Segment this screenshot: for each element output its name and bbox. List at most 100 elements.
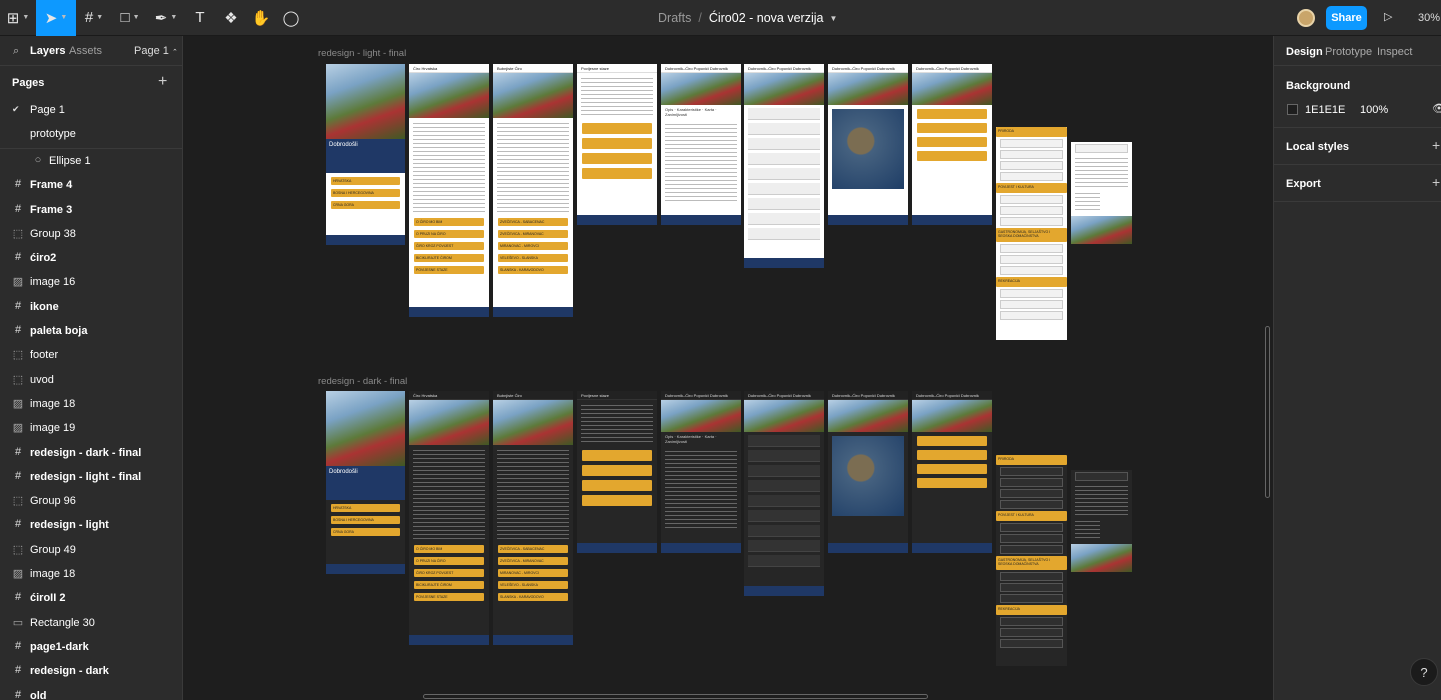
poi-item[interactable] bbox=[1000, 478, 1063, 487]
route-card[interactable] bbox=[582, 465, 652, 476]
welcome-button[interactable]: HRVATSKA bbox=[331, 504, 400, 512]
poi-item[interactable] bbox=[1000, 172, 1063, 181]
detail-tabs[interactable]: Opis · Karakteristike · Karta · Zanimlji… bbox=[661, 105, 741, 119]
poi-item[interactable] bbox=[1000, 266, 1063, 275]
page-item[interactable]: ✔ Page 1 bbox=[0, 98, 182, 122]
layer-item[interactable]: # Frame 3 bbox=[0, 198, 182, 222]
hand-tool-button[interactable]: ✋ bbox=[246, 0, 276, 36]
section-label-dark[interactable]: redesign - dark - final bbox=[318, 376, 407, 387]
route-button[interactable]: ZVEČEVICA - MIRANOVAC bbox=[498, 557, 568, 565]
poi-section-header[interactable]: REKREACIJA bbox=[996, 277, 1067, 287]
route-button[interactable]: VELEŠEVO - SLANSKA bbox=[498, 254, 568, 262]
frame-ciro-hrvatska-light[interactable]: Ćiro Hrvatska O ĆIRO MO BIM O PRUZI NA Ć… bbox=[409, 64, 489, 317]
layer-item[interactable]: ⬚ Group 38 bbox=[0, 222, 182, 246]
poi-section-header[interactable]: PRIRODA bbox=[996, 455, 1067, 465]
frame-karakteristike-dark[interactable]: Dubrovnik–Ćiro Popovići Dubrovnik bbox=[744, 391, 824, 596]
poi-item[interactable] bbox=[1000, 545, 1063, 554]
breadcrumb-drafts[interactable]: Drafts bbox=[658, 11, 691, 25]
poi-card[interactable] bbox=[917, 137, 987, 147]
layer-item[interactable]: # old bbox=[0, 684, 182, 700]
layer-item[interactable]: ⬚ footer bbox=[0, 343, 182, 367]
layer-item[interactable]: # Frame 4 bbox=[0, 173, 182, 197]
share-button[interactable]: Share bbox=[1326, 6, 1367, 30]
route-card[interactable] bbox=[582, 138, 652, 149]
info-button[interactable]: POVIJESNE STAZE bbox=[414, 266, 484, 274]
welcome-button[interactable]: BOSNA I HERCEGOVINA bbox=[331, 189, 400, 197]
frame-poi-list-dark[interactable]: PRIRODA POVIJEST I KULTURA GASTRONOMIJA,… bbox=[996, 455, 1067, 666]
layer-item[interactable]: ⬚ Group 49 bbox=[0, 538, 182, 562]
frame-povijesne-staze-light[interactable]: Povijesne staze bbox=[577, 64, 657, 225]
background-opacity-input[interactable]: 100% bbox=[1360, 104, 1388, 116]
page-selector[interactable]: Page 1 ⌃ bbox=[134, 45, 178, 57]
route-card[interactable] bbox=[582, 168, 652, 179]
layer-item[interactable]: # ikone bbox=[0, 295, 182, 319]
help-button[interactable]: ? bbox=[1410, 658, 1438, 686]
frame-poi-detail-dark[interactable] bbox=[1071, 470, 1132, 572]
frame-tool-button[interactable]: # ▼ bbox=[76, 0, 112, 36]
frame-ciro-hrvatska-dark[interactable]: Ćiro Hrvatska O ĆIRO MO BIM O PRUZI NA Ć… bbox=[409, 391, 489, 645]
route-button[interactable]: VELEŠEVO - SLANSKA bbox=[498, 581, 568, 589]
poi-card[interactable] bbox=[917, 478, 987, 488]
layer-item[interactable]: ▨ image 16 bbox=[0, 270, 182, 294]
poi-section-header[interactable]: POVIJEST I KULTURA bbox=[996, 511, 1067, 521]
poi-card[interactable] bbox=[917, 436, 987, 446]
poi-item[interactable] bbox=[1000, 489, 1063, 498]
section-label-light[interactable]: redesign - light - final bbox=[318, 48, 406, 59]
add-export-icon[interactable]: + bbox=[1432, 174, 1440, 190]
tab-inspect[interactable]: Inspect bbox=[1377, 46, 1412, 58]
frame-opis-light[interactable]: Dubrovnik–Ćiro Popovići Dubrovnik Opis ·… bbox=[661, 64, 741, 225]
info-button[interactable]: BICIKLIRAJTE ĆIROM bbox=[414, 254, 484, 262]
poi-item[interactable] bbox=[1000, 161, 1063, 170]
main-menu-button[interactable]: ⊞ ▼ bbox=[0, 0, 36, 36]
zoom-level[interactable]: 30% bbox=[1418, 12, 1440, 24]
info-button[interactable]: O ĆIRO MO BIM bbox=[414, 218, 484, 226]
route-button[interactable]: MIRANOVAC - MIROVCI bbox=[498, 569, 568, 577]
poi-item[interactable] bbox=[1000, 300, 1063, 309]
poi-card[interactable] bbox=[917, 151, 987, 161]
poi-item[interactable] bbox=[1000, 594, 1063, 603]
tab-layers[interactable]: Layers bbox=[30, 45, 65, 57]
text-tool-button[interactable]: T bbox=[184, 0, 216, 36]
move-tool-button[interactable]: ➤ ▼ bbox=[36, 0, 76, 36]
frame-karta-light[interactable]: Dubrovnik–Ćiro Popovići Dubrovnik bbox=[828, 64, 908, 225]
layer-item[interactable]: ▨ image 19 bbox=[0, 416, 182, 440]
route-button[interactable]: ZVEČEVICA - SABACENAC bbox=[498, 218, 568, 226]
comment-tool-button[interactable]: ◯ bbox=[276, 0, 306, 36]
route-button[interactable]: SLANSKA - KARAVODOVO bbox=[498, 266, 568, 274]
layer-item[interactable]: # ćiroII 2 bbox=[0, 586, 182, 610]
layer-item[interactable]: # redesign - dark bbox=[0, 659, 182, 683]
frame-zanimljivosti-dark[interactable]: Dubrovnik–Ćiro Popovići Dubrovnik bbox=[912, 391, 992, 553]
info-button[interactable]: BICIKLIRAJTE ĆIROM bbox=[414, 581, 484, 589]
layer-item[interactable]: # paleta boja bbox=[0, 319, 182, 343]
frame-povijesne-staze-dark[interactable]: Povijesne staze bbox=[577, 391, 657, 553]
file-name[interactable]: Ćiro02 - nova verzija bbox=[709, 11, 824, 25]
poi-item[interactable] bbox=[1000, 467, 1063, 476]
poi-section-header[interactable]: POVIJEST I KULTURA bbox=[996, 183, 1067, 193]
background-hex-input[interactable]: 1E1E1E bbox=[1305, 104, 1345, 116]
layer-item[interactable]: # redesign - light bbox=[0, 513, 182, 537]
poi-item[interactable] bbox=[1000, 534, 1063, 543]
info-button[interactable]: O PRUZI NA ĆIRO bbox=[414, 230, 484, 238]
eye-icon[interactable]: 👁 bbox=[1432, 102, 1441, 115]
poi-section-header[interactable]: GASTRONOMIJA, SELJAŠTVO I SEOSKA DOMAĆIN… bbox=[996, 228, 1067, 242]
layer-item[interactable]: # redesign - dark - final bbox=[0, 441, 182, 465]
layer-item[interactable]: ▨ image 18 bbox=[0, 392, 182, 416]
info-button[interactable]: O PRUZI NA ĆIRO bbox=[414, 557, 484, 565]
poi-card[interactable] bbox=[917, 450, 987, 460]
frame-welcome-light[interactable]: Dobrodošli HRVATSKA BOSNA I HERCEGOVINA … bbox=[326, 64, 405, 245]
vertical-scrollbar[interactable] bbox=[1265, 326, 1270, 498]
poi-item[interactable] bbox=[1000, 289, 1063, 298]
info-button[interactable]: ĆIRO KROZ POVIJEST bbox=[414, 569, 484, 577]
present-play-icon[interactable]: ▷ bbox=[1384, 10, 1392, 23]
pen-tool-button[interactable]: ✒ ▼ bbox=[148, 0, 184, 36]
detail-tabs[interactable]: Opis · Karakteristike · Karta · Zanimlji… bbox=[661, 432, 741, 446]
frame-zanimljivosti-light[interactable]: Dubrovnik–Ćiro Popovići Dubrovnik bbox=[912, 64, 992, 225]
components-button[interactable]: ❖ bbox=[216, 0, 246, 36]
poi-item[interactable] bbox=[1000, 617, 1063, 626]
add-style-icon[interactable]: + bbox=[1432, 137, 1440, 153]
info-button[interactable]: POVIJESNE STAZE bbox=[414, 593, 484, 601]
poi-section-header[interactable]: PRIRODA bbox=[996, 127, 1067, 137]
welcome-button[interactable]: CRNA GORA bbox=[331, 528, 400, 536]
poi-card[interactable] bbox=[917, 109, 987, 119]
route-button[interactable]: ZVEČEVICA - SABACENAC bbox=[498, 545, 568, 553]
